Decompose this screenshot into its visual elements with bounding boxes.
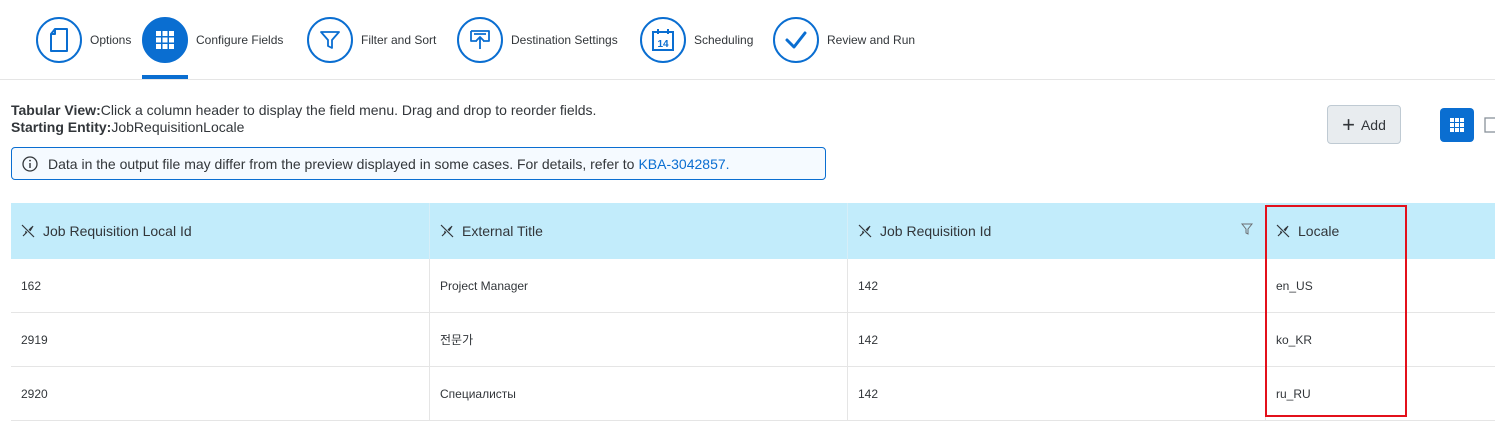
cell-job-requisition-local-id: 2919	[21, 332, 48, 347]
cell-job-requisition-id: 142	[847, 367, 1265, 420]
list-view-toggle[interactable]	[1484, 108, 1495, 142]
column-header-job-requisition-id[interactable]: Job Requisition Id	[847, 203, 1265, 259]
cell-job-requisition-local-id: 162	[21, 278, 42, 293]
column-filter-icon[interactable]	[1241, 223, 1253, 235]
info-notice: Data in the output file may differ from …	[11, 147, 826, 180]
cell-job-requisition-id: 142	[847, 259, 1265, 312]
step-label: Configure Fields	[196, 33, 284, 47]
tabular-view-hint: Tabular View:Click a column header to di…	[11, 102, 596, 118]
starting-entity-value: JobRequisitionLocale	[111, 119, 245, 135]
filter-icon	[307, 17, 353, 63]
column-header-label: Locale	[1298, 223, 1340, 239]
cell-locale: ko_KR	[1265, 313, 1495, 366]
cell-locale: ru_RU	[1265, 367, 1495, 420]
kba-link[interactable]: KBA-3042857.	[638, 156, 729, 172]
unlink-icon	[858, 224, 872, 238]
add-button-label: Add	[1360, 116, 1386, 133]
add-button[interactable]: + Add	[1327, 105, 1401, 144]
cell-job-requisition-local-id: 2920	[21, 386, 48, 401]
table-row: 162 Project Manager 142 en_US	[11, 259, 1495, 313]
step-label: Destination Settings	[511, 33, 618, 47]
step-label: Options	[90, 33, 132, 47]
notice-text: Data in the output file may differ from …	[48, 155, 635, 172]
step-label: Filter and Sort	[361, 33, 437, 47]
info-icon	[22, 155, 38, 172]
list-view-icon	[1484, 117, 1495, 133]
options-icon	[36, 17, 82, 63]
starting-entity: Starting Entity:JobRequisitionLocale	[11, 119, 244, 135]
cell-external-title: 전문가	[429, 313, 847, 366]
preview-table: Job Requisition Local Id External Title …	[11, 203, 1495, 421]
plus-icon: +	[1342, 111, 1355, 137]
column-header-locale[interactable]: Locale	[1265, 203, 1495, 259]
calendar-icon: 14	[640, 17, 686, 63]
tabular-view-label: Tabular View:	[11, 102, 101, 118]
column-header-label: Job Requisition Id	[880, 223, 992, 239]
step-configure-fields[interactable]: Configure Fields	[142, 14, 283, 66]
column-header-label: External Title	[462, 223, 543, 239]
step-options[interactable]: Options	[36, 14, 131, 66]
cell-job-requisition-id: 142	[847, 313, 1265, 366]
step-review-and-run[interactable]: Review and Run	[773, 14, 915, 66]
starting-entity-label: Starting Entity:	[11, 119, 112, 135]
active-step-indicator	[142, 75, 188, 79]
step-filter-and-sort[interactable]: Filter and Sort	[307, 14, 436, 66]
step-label: Review and Run	[827, 33, 916, 47]
wizard-steps: Options Configure Fields Filter and Sort…	[0, 0, 1495, 80]
cell-external-title: Специалисты	[429, 367, 847, 420]
table-header: Job Requisition Local Id External Title …	[11, 203, 1495, 259]
calendar-day: 14	[657, 39, 669, 50]
cell-locale: en_US	[1265, 259, 1495, 312]
step-label: Scheduling	[694, 33, 754, 47]
grid-view-toggle[interactable]	[1440, 108, 1474, 142]
table-row: 2920 Специалисты 142 ru_RU	[11, 367, 1495, 421]
unlink-icon	[1276, 224, 1290, 238]
cell-external-title: Project Manager	[429, 259, 847, 312]
step-destination-settings[interactable]: Destination Settings	[457, 14, 618, 66]
grid-view-icon	[1450, 118, 1464, 132]
column-header-label: Job Requisition Local Id	[43, 223, 192, 239]
tabular-view-text: Click a column header to display the fie…	[100, 102, 597, 118]
table-row: 2919 전문가 142 ko_KR	[11, 313, 1495, 367]
destination-icon	[457, 17, 503, 63]
unlink-icon	[440, 224, 454, 238]
step-scheduling[interactable]: 14 Scheduling	[640, 14, 753, 66]
checkmark-icon	[773, 17, 819, 63]
unlink-icon	[21, 224, 35, 238]
column-header-job-requisition-local-id[interactable]: Job Requisition Local Id	[11, 203, 429, 259]
column-header-external-title[interactable]: External Title	[429, 203, 847, 259]
grid-icon	[142, 17, 188, 63]
